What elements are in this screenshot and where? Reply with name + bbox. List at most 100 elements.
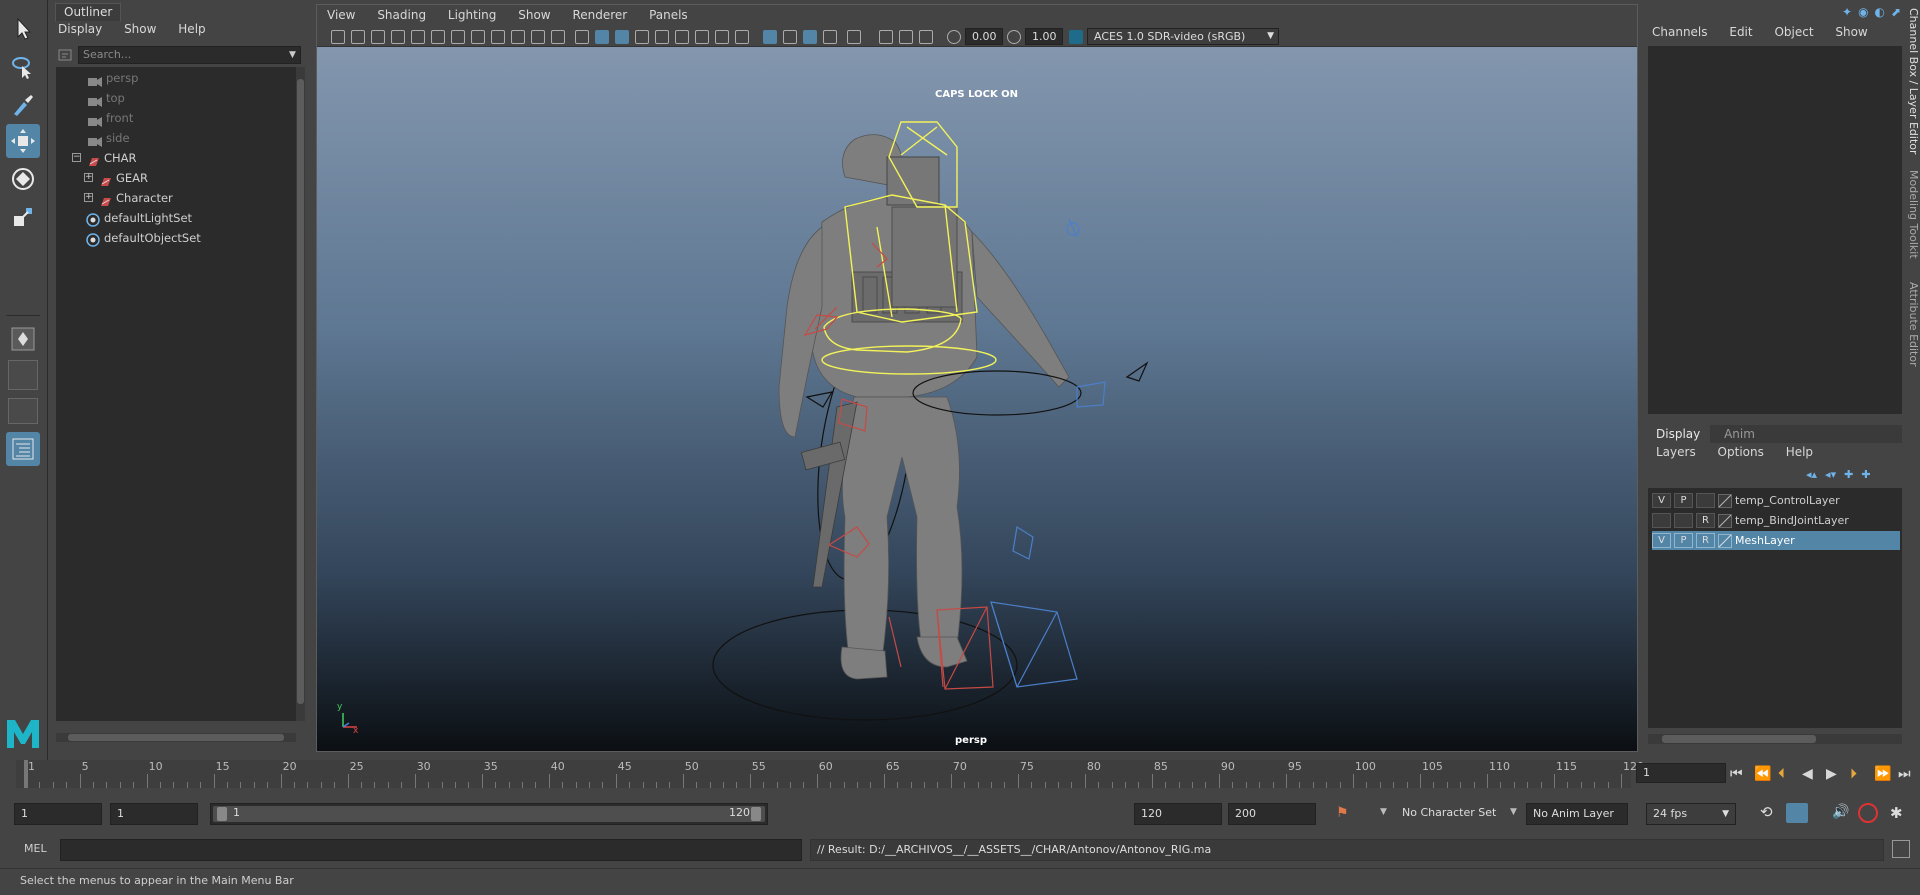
expand-character-icon[interactable]: + (84, 193, 93, 202)
safe-action-icon[interactable] (551, 30, 565, 44)
grid-icon[interactable] (451, 30, 465, 44)
tree-item-side[interactable]: side (88, 128, 130, 148)
select-tool-icon[interactable] (6, 12, 40, 46)
outliner-tab[interactable]: Outliner (55, 3, 122, 21)
time-ruler[interactable]: 1 5 10 15 20 25 30 35 40 45 50 55 60 65 70 75 80 85 90 95 10… (16, 760, 1644, 788)
channel-menu-show[interactable]: Show (1835, 25, 1867, 39)
range-slider-start-grip[interactable] (217, 807, 227, 821)
channel-box-area[interactable] (1648, 46, 1902, 414)
layer-playback-toggle[interactable]: P (1674, 533, 1693, 548)
range-slider-handle[interactable] (213, 806, 765, 822)
layer-color-swatch[interactable] (1718, 513, 1732, 528)
tree-item-default-light-set[interactable]: defaultLightSet (86, 208, 192, 228)
sound-icon[interactable]: 🔊 (1832, 804, 1849, 820)
evaluation-icon[interactable] (1858, 803, 1878, 823)
auto-key-icon[interactable]: ⚑ (1336, 805, 1349, 821)
tree-item-gear[interactable]: GEAR (98, 168, 148, 188)
select-objects-icon[interactable] (847, 30, 861, 44)
animation-start-field[interactable]: 1 (14, 803, 102, 825)
current-frame-field[interactable]: 1 (1636, 763, 1726, 783)
use-all-lights-icon[interactable] (655, 30, 669, 44)
layer-playback-toggle[interactable]: P (1674, 493, 1693, 508)
channel-menu-channels[interactable]: Channels (1652, 25, 1708, 39)
film-gate-icon[interactable] (471, 30, 485, 44)
viewport-menu-panels[interactable]: Panels (649, 8, 688, 22)
preferences-icon[interactable]: ✱ (1890, 804, 1903, 822)
tree-item-character[interactable]: Character (98, 188, 173, 208)
channel-menu-object[interactable]: Object (1774, 25, 1813, 39)
outliner-search-input[interactable]: Search... (78, 46, 301, 64)
rotate-tool-icon[interactable] (6, 162, 40, 196)
outliner-menu-help[interactable]: Help (178, 22, 205, 36)
bookmark-icon[interactable] (371, 30, 385, 44)
color-space-dropdown[interactable]: ACES 1.0 SDR-video (sRGB) ▼ (1087, 28, 1279, 45)
channel-menu-edit[interactable]: Edit (1729, 25, 1752, 39)
playback-end-field[interactable]: 120 (1134, 803, 1222, 825)
viewport-menu-view[interactable]: View (327, 8, 355, 22)
character-set-chevron-icon[interactable]: ▼ (1380, 807, 1387, 817)
layer-display-type-toggle[interactable]: R (1696, 533, 1715, 548)
screen-space-ambient-occlusion-icon[interactable] (695, 30, 709, 44)
wireframe-icon[interactable] (575, 30, 589, 44)
layer-row-mesh-layer[interactable]: V P R MeshLayer (1652, 531, 1900, 550)
layer-visibility-toggle[interactable] (1652, 513, 1671, 528)
outliner-vertical-scrollbar[interactable] (296, 67, 305, 721)
layer-list-horizontal-scrollbar[interactable] (1648, 734, 1902, 744)
viewport-menu-lighting[interactable]: Lighting (448, 8, 497, 22)
grease-pencil-icon[interactable] (431, 30, 445, 44)
layer-playback-toggle[interactable] (1674, 513, 1693, 528)
viewport-menu-renderer[interactable]: Renderer (572, 8, 627, 22)
anim-layer-chevron-icon[interactable]: ▼ (1510, 807, 1517, 817)
time-slider[interactable]: 1 5 10 15 20 25 30 35 40 45 50 55 60 65 70 75 80 85 90 95 10… (0, 760, 1920, 790)
move-layer-up-icon[interactable]: ◂▴ (1806, 468, 1817, 482)
play-backwards-icon[interactable]: ◀ (1802, 766, 1813, 782)
current-time-indicator[interactable] (24, 760, 28, 788)
2d-pan-zoom-icon[interactable] (411, 30, 425, 44)
copy-icon[interactable] (879, 30, 893, 44)
tool-settings-toggle-icon[interactable]: ◐ (1875, 5, 1885, 19)
shadows-icon[interactable] (675, 30, 689, 44)
layer-visibility-toggle[interactable]: V (1652, 493, 1671, 508)
outliner-layout-icon[interactable] (6, 432, 40, 466)
go-to-start-icon[interactable]: ⏮ (1730, 766, 1743, 782)
cache-playback-icon[interactable] (1786, 803, 1808, 823)
layer-menu-layers[interactable]: Layers (1656, 445, 1696, 459)
range-slider-end-grip[interactable] (751, 807, 761, 821)
layer-tab-display[interactable]: Display (1646, 425, 1711, 443)
exposure-icon[interactable] (947, 30, 961, 44)
tree-item-front[interactable]: front (88, 108, 133, 128)
frame-selected-icon[interactable] (919, 30, 933, 44)
two-view-layout-icon[interactable] (8, 398, 38, 424)
wireframe-on-shaded-icon[interactable] (615, 30, 629, 44)
step-back-frame-icon[interactable]: ⏪ (1754, 766, 1771, 782)
field-chart-icon[interactable] (531, 30, 545, 44)
viewport-menu-shading[interactable]: Shading (377, 8, 426, 22)
smooth-shade-icon[interactable] (595, 30, 609, 44)
script-mode-label[interactable]: MEL (24, 842, 47, 855)
isolate-select-icon[interactable] (763, 30, 777, 44)
motion-blur-icon[interactable] (715, 30, 729, 44)
new-empty-layer-icon[interactable]: ✚ (1844, 468, 1853, 482)
tree-item-default-object-set[interactable]: defaultObjectSet (86, 228, 201, 248)
side-tab-channel-box[interactable]: Channel Box / Layer Editor (1905, 8, 1920, 155)
outliner-horizontal-scrollbar[interactable] (56, 733, 296, 742)
textured-icon[interactable] (635, 30, 649, 44)
layer-tab-anim[interactable]: Anim (1714, 425, 1765, 443)
tree-item-persp[interactable]: persp (88, 68, 138, 88)
gamma-field[interactable]: 1.00 (1025, 28, 1063, 45)
animation-end-field[interactable]: 200 (1228, 803, 1316, 825)
modeling-toolkit-toggle-icon[interactable]: ✦ (1842, 5, 1852, 19)
step-back-key-icon[interactable]: ⏴ (1778, 766, 1785, 782)
layer-visibility-toggle[interactable]: V (1652, 533, 1671, 548)
playback-start-field[interactable]: 1 (110, 803, 198, 825)
move-tool-icon[interactable] (6, 124, 40, 158)
gate-mask-icon[interactable] (511, 30, 525, 44)
move-layer-down-icon[interactable]: ◂▾ (1825, 468, 1836, 482)
color-management-icon[interactable] (1069, 30, 1083, 44)
step-forward-key-icon[interactable]: ⏵ (1850, 766, 1857, 782)
go-to-end-icon[interactable]: ⏭ (1898, 766, 1911, 782)
3d-scene-view[interactable]: CAPS LOCK ON y x persp (317, 47, 1637, 751)
expand-gear-icon[interactable]: + (84, 173, 93, 182)
xray-icon[interactable] (783, 30, 797, 44)
anim-layer-dropdown[interactable]: No Anim Layer (1526, 803, 1628, 825)
